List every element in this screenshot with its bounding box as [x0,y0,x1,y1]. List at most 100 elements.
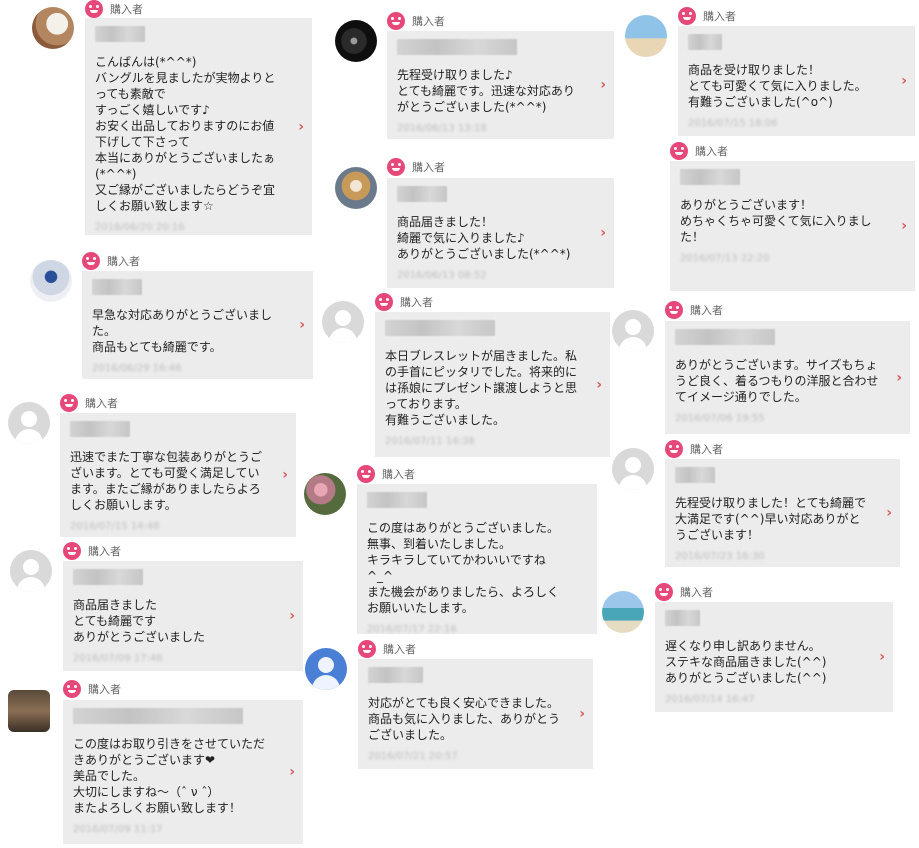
buyer-avatar[interactable] [612,448,654,490]
chevron-right-icon[interactable]: › [596,377,602,393]
review-message: ありがとうございます！ めちゃくちゃ可愛くて気に入りました！ [680,198,872,244]
review-card[interactable]: 先程受け取りました！とても綺麗で大満足です(^^)早い対応ありがとうございます！… [665,459,900,567]
chevron-right-icon[interactable]: › [289,764,295,780]
review-card[interactable]: 対応がとても良く安心できました。 商品も気に入りました、ありがとうございました。… [358,659,593,769]
buyer-avatar[interactable] [10,550,52,592]
avatar-body [619,475,647,490]
review-card[interactable]: ありがとうございます！ めちゃくちゃ可愛くて気に入りました！ 2016/07/1… [670,161,915,291]
buyer-avatar[interactable] [335,167,377,209]
buyer-label: 購入者 [412,161,445,174]
review-card[interactable]: 遅くなり申し訳ありません。 ステキな商品届きました(^^) ありがとうございまし… [655,602,893,712]
review-message: 商品届きました！ 綺麗で気に入りました♪ ありがとうございました(*^^*) [397,215,571,261]
chevron-right-icon[interactable]: › [579,706,585,722]
avatar-head [625,319,641,335]
review-message: 対応がとても良く安心できました。 商品も気に入りました、ありがとうございました。 [368,696,561,742]
review-card[interactable]: 商品届きました とても綺麗です ありがとうございました 2016/07/09 1… [63,561,303,671]
buyer-avatar[interactable] [8,690,50,732]
review-card[interactable]: 早急な対応ありがとうございました。 商品もとても綺麗です。 2016/06/29… [82,271,313,379]
review-card[interactable]: 商品を受け取りました！ とても可愛くて気に入りました。 有難うございました(^o… [678,26,915,136]
chevron-right-icon[interactable]: › [282,467,288,483]
chevron-right-icon[interactable]: › [289,608,295,624]
buyer-face-icon [665,301,683,319]
chevron-right-icon[interactable]: › [879,649,885,665]
review-date: 2016/06/13 13:18 [397,123,487,134]
avatar-head [335,310,351,326]
review-card[interactable]: 迅速でまた丁寧な包装ありがとうございます。とても可愛く満足しています。またご縁が… [60,413,296,537]
buyer-label: 購入者 [88,545,121,558]
buyer-face-icon [358,640,376,658]
buyer-face-icon [387,158,405,176]
reviewer-name-blurred [675,467,715,483]
review-card[interactable]: ありがとうございます。サイズもちょうど良く、着るつもりの洋服と合わせてイメージ通… [665,321,910,434]
reviewer-name-blurred [675,329,775,345]
buyer-tag: 購入者 [358,640,416,658]
buyer-label: 購入者 [680,586,713,599]
review-card[interactable]: 本日ブレスレットが届きました。私の手首にピッタリでした。将来的には孫娘にプレゼン… [375,312,610,457]
buyer-avatar[interactable] [305,648,347,690]
review-card[interactable]: この度はお取り引きをさせていただきありがとうございます❤ 美品でした。 大切にし… [63,700,303,844]
review-card[interactable]: 商品届きました！ 綺麗で気に入りました♪ ありがとうございました(*^^*) 2… [387,178,614,288]
buyer-avatar[interactable] [32,7,74,49]
buyer-tag: 購入者 [85,0,143,18]
review-date: 2016/07/06 19:55 [675,413,765,424]
reviewer-name-blurred [73,708,243,724]
review-card[interactable]: 先程受け取りました♪ とても綺麗です。迅速な対応ありがとうございました(*^^*… [387,31,614,139]
reviewer-name-blurred [385,320,495,336]
buyer-avatar[interactable] [30,260,72,302]
reviewer-name-blurred [70,421,130,437]
buyer-label: 購入者 [690,443,723,456]
review-message: この度はありがとうございました。 無事、到着いたしました。 キラキラしていてかわ… [367,521,560,615]
buyer-face-icon [655,583,673,601]
review-date: 2016/07/15 18:06 [688,118,778,129]
buyer-avatar[interactable] [602,591,644,633]
buyer-label: 購入者 [88,683,121,696]
review-date: 2016/06/13 08:52 [397,270,487,281]
review-date: 2016/07/17 22:16 [367,624,457,635]
buyer-avatar[interactable] [335,20,377,62]
buyer-tag: 購入者 [60,394,118,412]
buyer-label: 購入者 [695,145,728,158]
review-message: 迅速でまた丁寧な包装ありがとうございます。とても可愛く満足しています。またご縁が… [70,450,263,512]
buyer-face-icon [82,252,100,270]
reviewer-name-blurred [92,279,142,295]
reviewer-name-blurred [73,569,143,585]
review-message: 先程受け取りました♪ とても綺麗です。迅速な対応ありがとうございました(*^^*… [397,68,575,114]
buyer-avatar[interactable] [612,310,654,352]
buyer-label: 購入者 [400,296,433,309]
review-date: 2016/06/29 16:46 [92,363,182,374]
buyer-tag: 購入者 [670,142,728,160]
buyer-label: 購入者 [110,3,143,16]
review-card[interactable]: こんばんは(*^^*) バングルを見ましたが実物よりとっても素敵で すっごく嬉し… [85,18,312,235]
chevron-right-icon[interactable]: › [600,225,606,241]
chevron-right-icon[interactable]: › [298,119,304,135]
chevron-right-icon[interactable]: › [901,73,907,89]
reviewer-name-blurred [680,169,740,185]
buyer-avatar[interactable] [322,301,364,343]
review-card[interactable]: この度はありがとうございました。 無事、到着いたしました。 キラキラしていてかわ… [357,484,597,635]
avatar-head [21,411,37,427]
buyer-tag: 購入者 [63,542,121,560]
review-date: 2016/07/09 17:46 [73,653,163,664]
chevron-right-icon[interactable]: › [886,505,892,521]
avatar-body [619,337,647,352]
avatar-head [625,457,641,473]
review-date: 2016/07/09 11:17 [73,824,163,835]
buyer-tag: 購入者 [357,465,415,483]
reviewer-name-blurred [368,667,423,683]
buyer-tag: 購入者 [665,301,723,319]
chevron-right-icon[interactable]: › [299,317,305,333]
review-message: この度はお取り引きをさせていただきありがとうございます❤ 美品でした。 大切にし… [73,737,266,815]
avatar-body [329,328,357,343]
review-date: 2016/07/15 14:48 [70,521,160,532]
buyer-avatar[interactable] [8,402,50,444]
buyer-label: 購入者 [412,15,445,28]
buyer-avatar[interactable] [304,473,346,515]
chevron-right-icon[interactable]: › [896,370,902,386]
buyer-avatar[interactable] [625,15,667,57]
chevron-right-icon[interactable]: › [901,218,907,234]
review-date: 2016/07/21 20:57 [368,751,458,762]
buyer-tag: 購入者 [82,252,140,270]
buyer-label: 購入者 [690,304,723,317]
buyer-face-icon [63,542,81,560]
chevron-right-icon[interactable]: › [600,77,606,93]
